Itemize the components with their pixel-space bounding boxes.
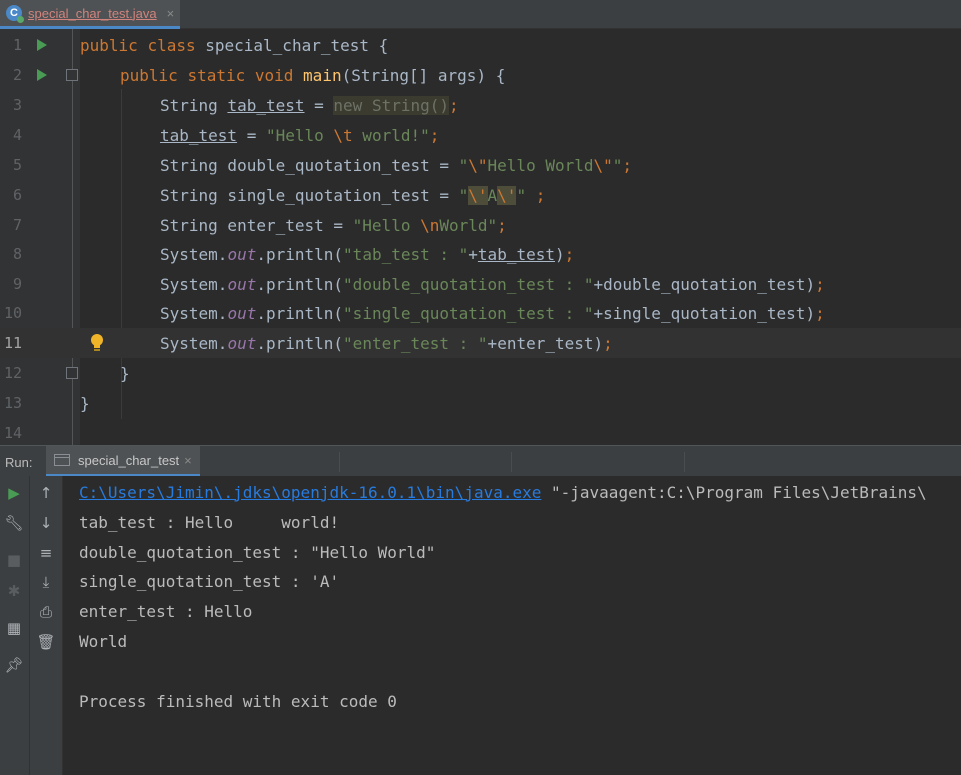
run-tab-label: special_char_test	[78, 452, 180, 468]
code-line-11-current[interactable]: 11 System.out.println("enter_test : "+en…	[0, 328, 961, 358]
layout-icon[interactable]: ▦	[3, 617, 25, 639]
console-line: single_quotation_test : 'A'	[79, 571, 340, 591]
debug-icon[interactable]: ✱	[3, 580, 25, 602]
code-text: String single_quotation_test = "\'A\'" ;	[160, 185, 546, 205]
code-line-13[interactable]: 13 }	[0, 388, 961, 418]
code-text: String double_quotation_test = "\"Hello …	[160, 155, 633, 175]
code-line-12[interactable]: 12 }	[0, 358, 961, 388]
run-left-toolbar: ▶ 🔧︎ ■ ✱ ▦ 📌︎	[0, 476, 30, 775]
wrench-icon[interactable]: 🔧︎	[3, 512, 25, 534]
code-text: System.out.println("single_quotation_tes…	[160, 303, 825, 323]
line-number: 1	[12, 36, 22, 54]
console-output[interactable]: C:\Users\Jimin\.jdks\openjdk-16.0.1\bin\…	[64, 476, 961, 775]
code-text: System.out.println("enter_test : "+enter…	[160, 333, 613, 353]
console-line: enter_test : Hello	[79, 601, 253, 621]
pin-icon[interactable]: 📌︎	[3, 654, 25, 676]
run-label: Run:	[5, 455, 33, 470]
code-line-10[interactable]: 10 System.out.println("single_quotation_…	[0, 298, 961, 328]
command-args: "-javaagent:C:\Program Files\JetBrains\	[541, 482, 927, 502]
down-arrow-icon[interactable]: ↓	[35, 512, 57, 534]
code-text: public static void main(String[] args) {	[120, 65, 506, 85]
header-divider	[339, 452, 340, 472]
line-number: 2	[12, 66, 22, 84]
code-text: }	[80, 393, 90, 413]
fold-icon[interactable]	[66, 367, 78, 379]
code-line-9[interactable]: 9 System.out.println("double_quotation_t…	[0, 269, 961, 299]
console-line: double_quotation_test : "Hello World"	[79, 542, 436, 562]
editor-tab-bar: C special_char_test.java ×	[0, 0, 961, 29]
line-number: 11	[3, 334, 22, 352]
code-text: String tab_test = new String();	[160, 95, 459, 115]
console-icon	[54, 454, 70, 466]
code-line-1[interactable]: 1 public class special_char_test {	[0, 30, 961, 60]
trash-icon[interactable]: 🗑︎	[35, 631, 57, 653]
editor-tab-filename: special_char_test.java	[28, 5, 157, 21]
line-number: 8	[12, 245, 22, 263]
java-exe-link[interactable]: C:\Users\Jimin\.jdks\openjdk-16.0.1\bin\…	[79, 483, 541, 502]
code-line-5[interactable]: 5 String double_quotation_test = "\"Hell…	[0, 150, 961, 180]
rerun-icon[interactable]: ▶	[3, 482, 25, 504]
soft-wrap-icon[interactable]: ≡	[35, 542, 57, 564]
console-line-command: C:\Users\Jimin\.jdks\openjdk-16.0.1\bin\…	[79, 477, 927, 507]
code-text: String enter_test = "Hello \nWorld";	[160, 215, 507, 235]
fold-icon[interactable]	[66, 69, 78, 81]
run-tool-window-header: Run: special_char_test ×	[0, 445, 961, 477]
code-line-14[interactable]: 14	[0, 418, 961, 445]
line-number: 4	[12, 126, 22, 144]
line-number: 9	[12, 275, 22, 293]
code-line-8[interactable]: 8 System.out.println("tab_test : "+tab_t…	[0, 239, 961, 269]
console-line: tab_test : Hello world!	[79, 512, 340, 532]
console-line-exit: Process finished with exit code 0	[79, 691, 397, 711]
scroll-to-end-icon[interactable]: ⤓	[35, 571, 57, 593]
code-text: System.out.println("double_quotation_tes…	[160, 274, 825, 294]
print-icon[interactable]: ⎙	[35, 601, 57, 623]
line-number: 14	[3, 424, 22, 442]
console-line: World	[79, 631, 128, 651]
run-gutter-icon[interactable]	[37, 39, 47, 51]
run-gutter-icon[interactable]	[37, 69, 47, 81]
run-console-toolbar: ↑ ↓ ≡ ⤓ ⎙ 🗑︎	[30, 476, 63, 775]
code-line-3[interactable]: 3 String tab_test = new String();	[0, 90, 961, 120]
line-number: 12	[3, 364, 22, 382]
lightbulb-icon[interactable]	[90, 333, 104, 353]
header-divider	[684, 452, 685, 472]
run-tab-special-char-test[interactable]: special_char_test ×	[46, 446, 200, 477]
java-class-icon: C	[6, 5, 24, 23]
line-number: 7	[12, 216, 22, 234]
close-icon[interactable]: ×	[184, 453, 192, 468]
code-text: }	[120, 363, 130, 383]
code-line-4[interactable]: 4 tab_test = "Hello \t world!";	[0, 120, 961, 150]
stop-icon[interactable]: ■	[3, 549, 25, 571]
run-tool-window: ▶ 🔧︎ ■ ✱ ▦ 📌︎ ↑ ↓ ≡ ⤓ ⎙ 🗑︎ C:\Users\Jimi…	[0, 476, 961, 775]
code-text: public class special_char_test {	[80, 35, 389, 55]
code-line-2[interactable]: 2 public static void main(String[] args)…	[0, 60, 961, 90]
code-text: tab_test = "Hello \t world!";	[160, 125, 440, 145]
code-editor[interactable]: 1 public class special_char_test { 2 pub…	[0, 29, 961, 445]
line-number: 3	[12, 96, 22, 114]
close-icon[interactable]: ×	[167, 6, 175, 21]
editor-tab-special-char-test[interactable]: C special_char_test.java ×	[0, 0, 180, 29]
header-divider	[511, 452, 512, 472]
up-arrow-icon[interactable]: ↑	[35, 482, 57, 504]
code-text: System.out.println("tab_test : "+tab_tes…	[160, 244, 575, 264]
line-number: 6	[12, 186, 22, 204]
line-number: 13	[3, 394, 22, 412]
code-line-6[interactable]: 6 String single_quotation_test = "\'A\'"…	[0, 180, 961, 210]
code-line-7[interactable]: 7 String enter_test = "Hello \nWorld";	[0, 210, 961, 240]
line-number: 10	[3, 304, 22, 322]
line-number: 5	[12, 156, 22, 174]
